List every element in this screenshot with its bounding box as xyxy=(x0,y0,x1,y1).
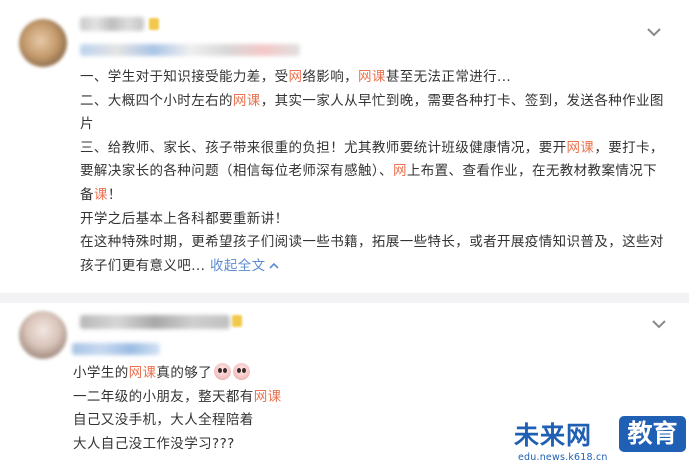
post-text-line: 在这种特殊时期，更希望孩子们阅读一些书籍，拓展一些特长，或者开展疫情知识普及，这… xyxy=(80,231,664,255)
post-text-line: 一、学生对于知识接受能力差，受网络影响，网课甚至无法正常进行... xyxy=(80,66,664,90)
post-text: 三、给教师、家长、孩子带来很重的负担！尤其教师要统计班级健康情况，要开 xyxy=(80,139,567,156)
post-text: 片 xyxy=(80,116,94,133)
post-text-line: 片 xyxy=(80,113,664,137)
post-text-line: 二、大概四个小时左右的网课，其实一家人从早忙到晚，需要各种打卡、签到，发送各种作… xyxy=(80,90,664,114)
keyword-highlight: 课 xyxy=(93,186,108,203)
post-text-line: 要解决家长的各种问题（相信每位老师深有感触）、网上布置、查看作业，在无教材教案情… xyxy=(80,160,664,184)
post-text: 真的够了 xyxy=(156,365,213,381)
avatar[interactable] xyxy=(19,311,67,359)
avatar[interactable] xyxy=(19,19,67,67)
post-text-line: 小学生的网课真的够了 xyxy=(73,362,282,386)
post-text: 络影响， xyxy=(302,69,359,85)
user-badge-icon xyxy=(232,315,242,327)
post-text-line: 孩子们更有意义吧... 收起全文 xyxy=(80,255,664,279)
post-2-content: 小学生的网课真的够了 一二年级的小朋友，整天都有网课 自己又没手机，大人全程陪着 大人… xyxy=(73,362,282,456)
watermark-logo: 未来网 教育 edu.news.k618.cn xyxy=(514,416,686,466)
post-text: 孩子们更有意义吧... xyxy=(80,257,210,274)
post-text: ，其实一家人从早忙到晚，需要各种打卡、签到，发送各种作业图 xyxy=(260,92,664,109)
post-meta-blurred xyxy=(80,44,300,56)
post-text: 要解决家长的各种问题（相信每位老师深有感触）、 xyxy=(80,163,393,180)
post-text: 自己又没手机，大人全程陪着 xyxy=(73,412,254,429)
keyword-highlight: 网 xyxy=(288,69,303,85)
user-badge-icon xyxy=(149,18,159,30)
collapse-full-text-link[interactable]: 收起全文 xyxy=(210,258,266,274)
crying-emoji-icon xyxy=(214,363,232,380)
keyword-highlight: 网 xyxy=(392,163,407,180)
username-blurred[interactable] xyxy=(80,315,230,329)
watermark-box-text: 教育 xyxy=(619,416,686,452)
keyword-highlight: 网课 xyxy=(253,388,282,405)
username-blurred[interactable] xyxy=(80,17,144,31)
post-text: 二、大概四个小时左右的 xyxy=(80,92,233,109)
post-text-line: 备课！ xyxy=(80,184,664,208)
post-menu-chevron-down-icon[interactable] xyxy=(646,26,662,38)
post-text: 上布置、查看作业，在无教材教案情况下 xyxy=(406,163,658,180)
post-text-line: 三、给教师、家长、孩子带来很重的负担！尤其教师要统计班级健康情况，要开网课，要打… xyxy=(80,137,664,161)
keyword-highlight: 网课 xyxy=(358,69,386,85)
post-text: 备 xyxy=(80,186,94,203)
post-text: 小学生的 xyxy=(73,365,129,381)
post-text-line: 一二年级的小朋友，整天都有网课 xyxy=(73,386,282,410)
post-text: 甚至无法正常进行... xyxy=(385,69,512,85)
crying-emoji-icon xyxy=(233,363,251,380)
keyword-highlight: 网课 xyxy=(232,92,261,109)
post-text: 一二年级的小朋友，整天都有 xyxy=(73,388,254,405)
keyword-highlight: 网课 xyxy=(566,139,595,156)
watermark-url: edu.news.k618.cn xyxy=(518,452,608,463)
post-menu-chevron-down-icon[interactable] xyxy=(651,318,667,330)
post-text: ，要打卡， xyxy=(594,139,664,156)
post-text: 大人自己没工作没学习??? xyxy=(73,435,235,452)
feed-divider xyxy=(0,293,689,303)
post-text-line: 开学之后基本上各科都要重新讲！ xyxy=(80,208,664,232)
watermark-left-text: 未来网 xyxy=(514,421,593,450)
post-1-content: 一、学生对于知识接受能力差，受网络影响，网课甚至无法正常进行... 二、大概四个小… xyxy=(80,66,664,278)
chevron-up-icon[interactable] xyxy=(269,262,279,270)
post-text: 开学之后基本上各科都要重新讲！ xyxy=(80,210,289,227)
topic-tag-blurred[interactable] xyxy=(72,343,160,355)
keyword-highlight: 网课 xyxy=(128,365,157,381)
post-text: ！ xyxy=(107,186,122,203)
post-text: 一、学生对于知识接受能力差，受 xyxy=(80,69,289,85)
post-text: 在这种特殊时期，更希望孩子们阅读一些书籍，拓展一些特长，或者开展疫情知识普及，这… xyxy=(80,234,664,251)
post-text-line: 自己又没手机，大人全程陪着 xyxy=(73,409,282,433)
post-text-line: 大人自己没工作没学习??? xyxy=(73,433,282,457)
